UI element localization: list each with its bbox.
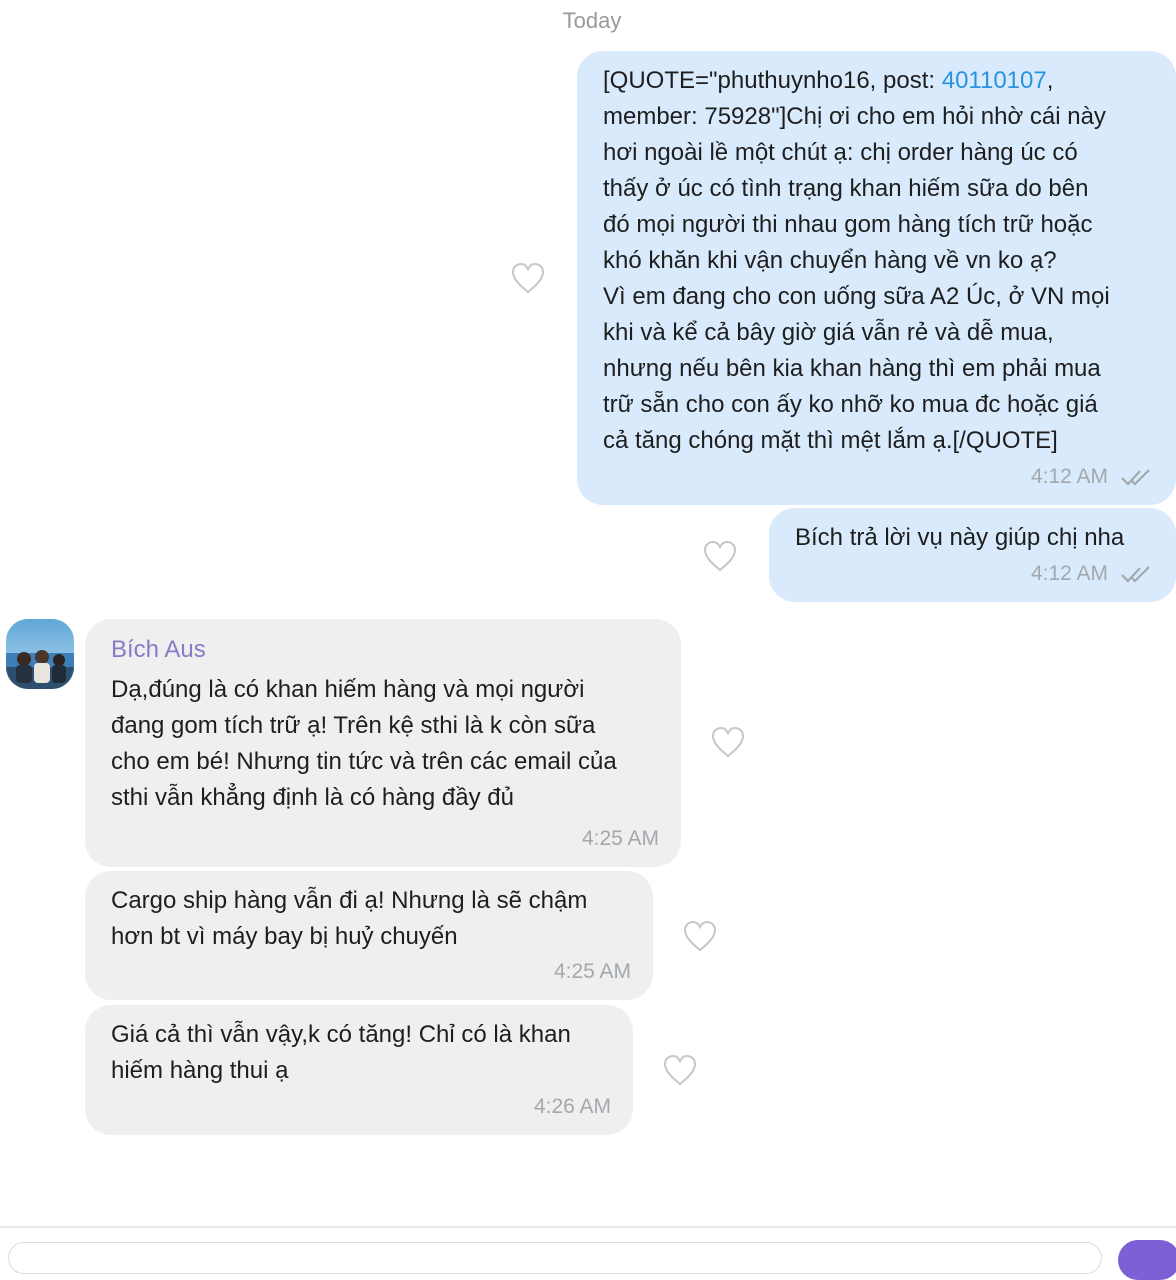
heart-icon[interactable] — [662, 1053, 698, 1087]
heart-icon[interactable] — [710, 725, 746, 759]
message-bubble-incoming[interactable]: Giá cả thì vẫn vậy,k có tăng! Chỉ có là … — [85, 1005, 633, 1135]
message-text: Cargo ship hàng vẫn đi ạ! Nhưng là sẽ ch… — [111, 887, 588, 950]
heart-icon[interactable] — [510, 261, 546, 295]
message-meta: 4:25 AM — [554, 960, 631, 984]
message-meta: 4:26 AM — [534, 1095, 611, 1119]
heart-icon[interactable] — [702, 539, 738, 573]
post-link[interactable]: 40110107 — [942, 67, 1047, 94]
date-separator: Today — [562, 8, 622, 33]
message-input[interactable] — [8, 1242, 1102, 1274]
message-meta: 4:12 AM — [1031, 465, 1154, 489]
message-bubble-outgoing[interactable]: Bích trả lời vụ này giúp chị nha 4:12 AM — [769, 508, 1176, 602]
send-button[interactable] — [1118, 1240, 1176, 1280]
heart-icon[interactable] — [682, 919, 718, 953]
avatar[interactable] — [6, 619, 74, 689]
double-check-icon — [1121, 566, 1150, 583]
message-time: 4:12 AM — [1030, 465, 1108, 488]
message-bubble-incoming[interactable]: Bích Aus Dạ,đúng là có khan hiếm hàng và… — [85, 619, 681, 867]
message-time: 4:25 AM — [581, 827, 659, 850]
message-meta: 4:25 AM — [582, 827, 659, 851]
message-meta: 4:12 AM — [1031, 562, 1154, 586]
message-bubble-incoming[interactable]: Cargo ship hàng vẫn đi ạ! Nhưng là sẽ ch… — [85, 871, 653, 1000]
composer-divider — [0, 1226, 1176, 1228]
message-time: 4:12 AM — [1030, 562, 1108, 585]
message-time: 4:26 AM — [533, 1095, 611, 1118]
sender-name[interactable]: Bích Aus — [111, 632, 655, 668]
message-bubble-outgoing[interactable]: [QUOTE="phuthuynho16, post: 40110107, me… — [577, 51, 1176, 505]
message-text: Bích trả lời vụ này giúp chị nha — [795, 524, 1125, 551]
message-text: [QUOTE="phuthuynho16, post: 40110107, me… — [603, 67, 1110, 454]
double-check-icon — [1121, 469, 1150, 486]
message-time: 4:25 AM — [553, 960, 631, 983]
message-text: Dạ,đúng là có khan hiếm hàng và mọi ngườ… — [111, 676, 617, 811]
message-text: Giá cả thì vẫn vậy,k có tăng! Chỉ có là … — [111, 1021, 571, 1084]
